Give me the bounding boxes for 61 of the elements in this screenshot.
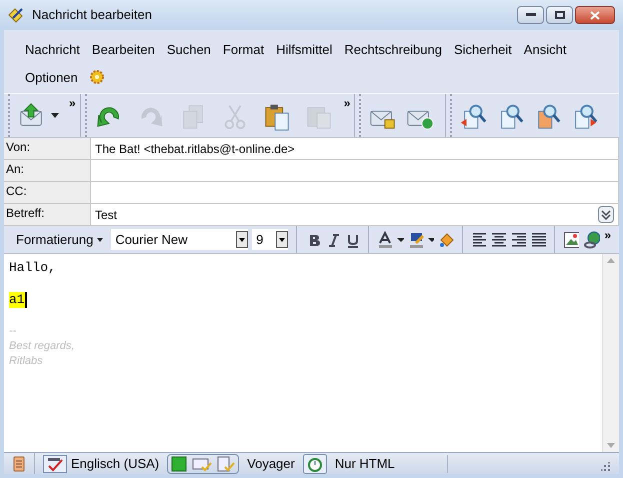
field-label: Betreff: [4,204,91,225]
align-left-icon[interactable] [470,232,486,246]
font-dropdown[interactable]: Courier New [111,229,248,250]
style-dropdown[interactable]: Formatierung [12,230,108,250]
field-label: An: [4,160,91,181]
menu-item[interactable]: Nachricht [20,38,85,62]
highlighted-text: a1 [9,292,27,308]
close-button[interactable] [575,6,615,24]
scroll-down-icon [607,443,615,448]
gear-icon[interactable] [88,69,105,86]
menu-item[interactable]: Sicherheit [448,38,517,62]
more-button[interactable]: » [344,94,350,112]
text-color-icon[interactable] [377,230,404,248]
menu-item[interactable]: Bearbeiten [86,38,160,62]
format-label[interactable]: Nur HTML [334,454,395,474]
maximize-button[interactable] [546,6,573,24]
justify-icon[interactable] [530,232,546,246]
align-right-icon[interactable] [510,232,526,246]
globe-link-icon[interactable] [582,230,600,248]
restore-icon [554,11,564,19]
chevrons-down-icon [601,210,611,220]
template-label[interactable]: Voyager [247,454,295,474]
image-icon[interactable] [562,230,579,248]
pen-icon [8,7,24,23]
header-field[interactable]: The Bat! <thebat.ritlabs@t-online.de> [91,138,619,159]
scrollbar[interactable] [602,254,619,452]
field-value: Test [95,206,118,224]
stopwatch-icon[interactable] [302,454,327,474]
minimize-icon [526,13,536,17]
menu-item[interactable]: Optionen [20,66,83,89]
field-label: Von: [4,138,91,159]
more-button[interactable]: » [69,94,76,112]
spellcheck-icon[interactable] [43,454,67,472]
paint-bucket-icon[interactable] [438,230,454,248]
signature-text: -- [9,324,16,339]
caret-icon [236,231,248,248]
more-button[interactable]: » [604,226,611,244]
minimize-button[interactable] [517,6,544,24]
header-field[interactable]: Test [91,204,619,225]
close-icon [590,10,600,20]
language-label[interactable]: Englisch (USA) [71,454,160,474]
signature-text: Best regards, [9,339,74,354]
menu-item[interactable]: Suchen [162,38,216,62]
scroll-up-icon [607,258,615,263]
resize-grip-icon[interactable] [601,462,611,472]
notes-icon[interactable] [12,456,26,472]
signature-text: Ritlabs [9,354,43,369]
window-title: Nachricht bearbeiten [32,6,152,24]
menu-item[interactable]: Rechtschreibung [339,38,447,62]
menu-item[interactable]: Hilfsmittel [271,38,338,62]
menu-item[interactable]: Ansicht [518,38,572,62]
caret-icon [276,231,288,248]
highlight-icon[interactable] [408,230,434,248]
body-text: Hallo, [9,260,56,276]
size-dropdown[interactable]: 9 [252,229,288,250]
menu-item[interactable]: Format [218,38,270,62]
caret-icon [97,238,104,242]
align-center-icon[interactable] [490,232,506,246]
expand-button[interactable] [598,206,614,223]
field-value: The Bat! <thebat.ritlabs@t-online.de> [95,140,295,158]
field-label: CC: [4,182,91,203]
